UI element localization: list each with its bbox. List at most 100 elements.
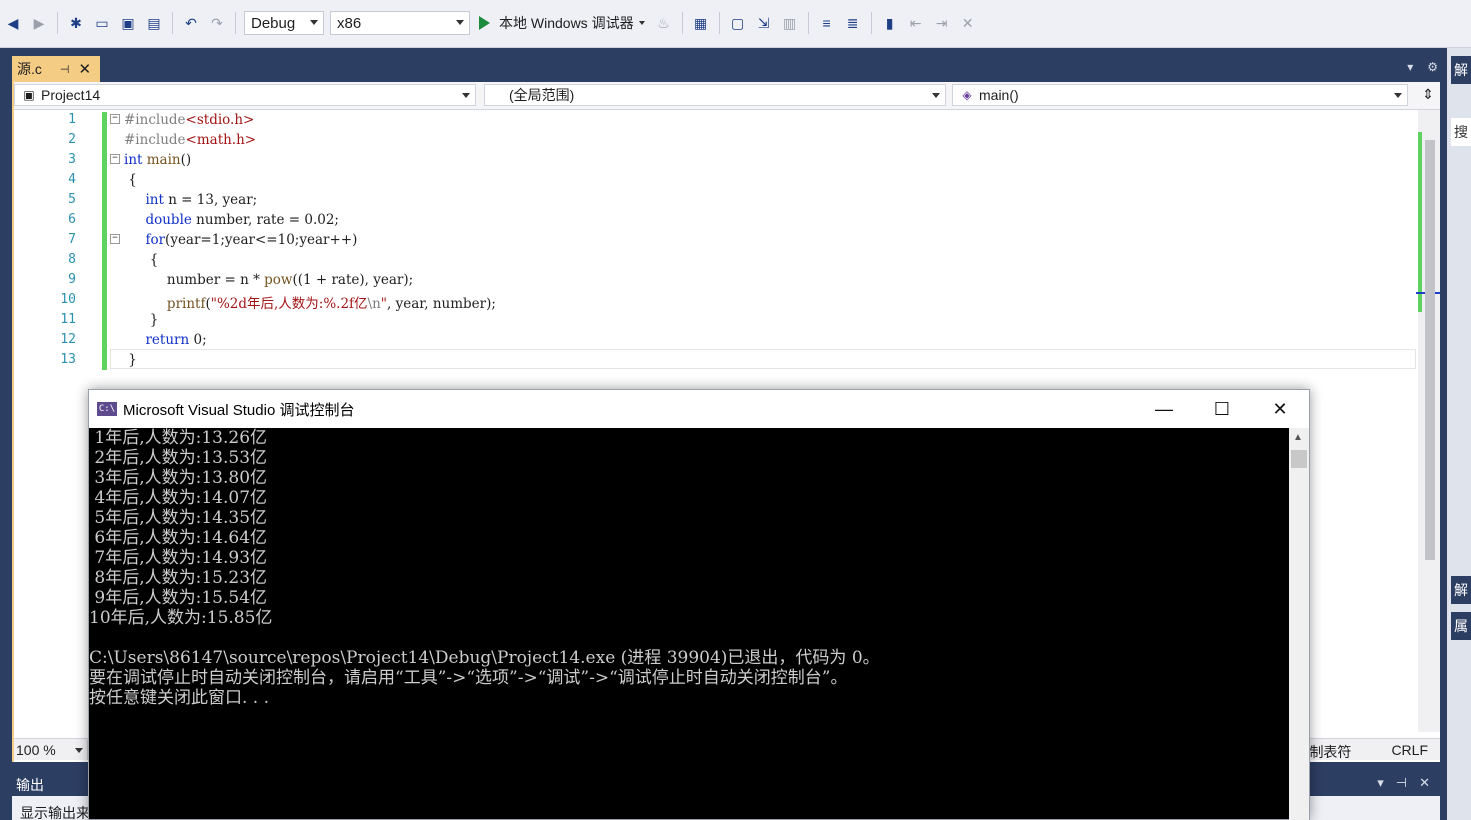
back-icon[interactable]: ◀ — [2, 12, 24, 34]
bookmark-icon[interactable]: ▮ — [879, 12, 901, 34]
gear-icon[interactable]: ⚙ — [1427, 60, 1438, 74]
forward-icon[interactable]: ▶ — [28, 12, 50, 34]
member-select[interactable]: ◈ main() — [952, 84, 1408, 106]
tab-strip-controls: ▾ ⚙ — [1407, 60, 1438, 74]
hot-reload-icon[interactable]: ♨ — [653, 12, 675, 34]
layout-icon[interactable]: ▥ — [779, 12, 801, 34]
maximize-icon[interactable]: ☐ — [1193, 390, 1251, 428]
line-number: 8 — [68, 252, 76, 267]
fold-toggle-icon[interactable]: − — [110, 234, 120, 244]
console-app-icon: C:\ — [97, 402, 117, 416]
project-value: Project14 — [41, 87, 101, 103]
console-line: 5年后,人数为:14.35亿 — [89, 508, 268, 528]
line-ending[interactable]: CRLF — [1391, 742, 1428, 762]
outdent-icon[interactable]: ≣ — [842, 12, 864, 34]
minimize-icon[interactable]: — — [1135, 390, 1193, 428]
open-folder-icon[interactable]: ▭ — [91, 12, 113, 34]
platform-select[interactable]: x86 — [330, 11, 470, 35]
code-line: for(year=1;year<=10;year++) — [145, 232, 358, 248]
save-icon[interactable]: ▣ — [117, 12, 139, 34]
main-toolbar: ◀ ▶ ✱ ▭ ▣ ▤ ↶ ↷ Debug x86 本地 Windows 调试器… — [0, 0, 1471, 48]
properties-tab[interactable]: 属 — [1451, 612, 1471, 640]
new-project-icon[interactable]: ✱ — [65, 12, 87, 34]
scrollbar-change-marker — [1418, 132, 1422, 312]
redo-icon[interactable]: ↷ — [206, 12, 228, 34]
pin-icon[interactable]: ⊣ — [1396, 775, 1407, 791]
undo-icon[interactable]: ↶ — [180, 12, 202, 34]
chevron-down-icon[interactable]: ▾ — [1377, 775, 1384, 791]
console-scrollbar[interactable]: ▲ — [1289, 428, 1309, 820]
next-bookmark-icon[interactable]: ⇥ — [931, 12, 953, 34]
scrollbar-thumb[interactable] — [1291, 450, 1307, 468]
editor-vertical-scrollbar[interactable] — [1416, 110, 1440, 732]
code-line: number = n * pow((1 + rate), year); — [124, 272, 414, 288]
code-line: int n = 13, year; — [145, 192, 258, 208]
code-line: #include<stdio.h> — [124, 112, 255, 128]
debug-console-window[interactable]: C:\ Microsoft Visual Studio 调试控制台 — ☐ ✕ … — [88, 389, 1310, 820]
document-tab-strip: 源.c ⊣ ✕ ▾ ⚙ — [0, 48, 1446, 82]
toolbar-separator — [57, 12, 58, 34]
search-tab[interactable]: 搜 — [1451, 118, 1471, 146]
pin-icon[interactable]: ⊣ — [60, 63, 70, 76]
save-all-icon[interactable]: ▤ — [143, 12, 165, 34]
toolbar-separator — [718, 12, 720, 34]
console-line: 8年后,人数为:15.23亿 — [89, 568, 268, 588]
fold-toggle-icon[interactable]: − — [110, 114, 120, 124]
console-line: 10年后,人数为:15.85亿 — [89, 608, 273, 628]
console-title-bar[interactable]: C:\ Microsoft Visual Studio 调试控制台 — ☐ ✕ — [89, 390, 1309, 428]
close-icon[interactable]: ✕ — [1251, 390, 1309, 428]
line-number: 1 — [68, 112, 76, 127]
line-number: 11 — [60, 312, 76, 327]
configuration-select[interactable]: Debug — [244, 11, 324, 35]
clear-bookmarks-icon[interactable]: ✕ — [957, 12, 979, 34]
code-line: { — [124, 172, 137, 188]
show-output-from-label: 显示输出来 — [20, 805, 90, 820]
window-controls: — ☐ ✕ — [1135, 390, 1309, 428]
browser-link-icon[interactable]: ▢ — [727, 12, 749, 34]
navigation-bar: ▣ Project14 (全局范围) ◈ main() ⇕ — [14, 82, 1440, 110]
line-number: 2 — [68, 132, 76, 147]
code-line: { — [124, 252, 159, 268]
find-in-files-icon[interactable]: ▦ — [690, 12, 712, 34]
project-select[interactable]: ▣ Project14 — [14, 84, 476, 106]
code-line: } — [124, 312, 159, 328]
line-number: 13 — [60, 352, 76, 367]
line-number: 7 — [68, 232, 76, 247]
tab-list-icon[interactable]: ▾ — [1407, 60, 1413, 74]
code-area[interactable]: #include<stdio.h> #include<math.h> int m… — [124, 110, 1410, 390]
code-line: printf("%2d年后,人数为:%.2f亿\n", year, number… — [166, 296, 496, 312]
zoom-select[interactable]: 100 % — [14, 739, 88, 760]
fold-toggle-icon[interactable]: − — [110, 154, 120, 164]
console-line: C:\Users\86147\source\repos\Project14\De… — [89, 648, 880, 668]
console-output: 1年后,人数为:13.26亿 2年后,人数为:13.53亿 3年后,人数为:13… — [89, 428, 1289, 820]
indent-icon[interactable]: ≡ — [816, 12, 838, 34]
console-line: 6年后,人数为:14.64亿 — [89, 528, 268, 548]
split-icon[interactable]: ⇕ — [1422, 86, 1434, 103]
chevron-down-icon — [932, 93, 940, 98]
console-line: 3年后,人数为:13.80亿 — [89, 468, 268, 488]
step-over-icon[interactable]: ⇲ — [753, 12, 775, 34]
scroll-up-icon[interactable]: ▲ — [1293, 432, 1303, 443]
close-icon[interactable]: ✕ — [1419, 775, 1430, 791]
member-value: main() — [979, 87, 1019, 103]
indent-mode[interactable]: 制表符 — [1309, 742, 1351, 762]
solution-tab[interactable]: 解 — [1451, 576, 1471, 604]
start-debugging-button[interactable]: 本地 Windows 调试器 — [473, 11, 651, 35]
console-line: 2年后,人数为:13.53亿 — [89, 448, 268, 468]
toolbar-separator — [681, 12, 683, 34]
scope-select[interactable]: (全局范围) — [484, 84, 946, 106]
chevron-down-icon — [310, 20, 318, 25]
tab-source-file[interactable]: 源.c ⊣ ✕ — [12, 56, 100, 82]
function-icon: ◈ — [962, 88, 972, 102]
close-tab-icon[interactable]: ✕ — [78, 60, 91, 78]
code-line: double number, rate = 0.02; — [145, 212, 339, 228]
line-number: 12 — [60, 332, 76, 347]
right-side-panel — [1447, 48, 1471, 820]
code-line: #include<math.h> — [124, 132, 257, 148]
toolbar-separator — [172, 12, 173, 34]
scrollbar-thumb[interactable] — [1425, 140, 1435, 560]
console-line: 要在调试停止时自动关闭控制台，请启用“工具”->“选项”->“调试”->“调试停… — [89, 668, 848, 688]
solution-explorer-tab[interactable]: 解 — [1451, 56, 1471, 84]
line-number: 9 — [68, 272, 76, 287]
prev-bookmark-icon[interactable]: ⇤ — [905, 12, 927, 34]
